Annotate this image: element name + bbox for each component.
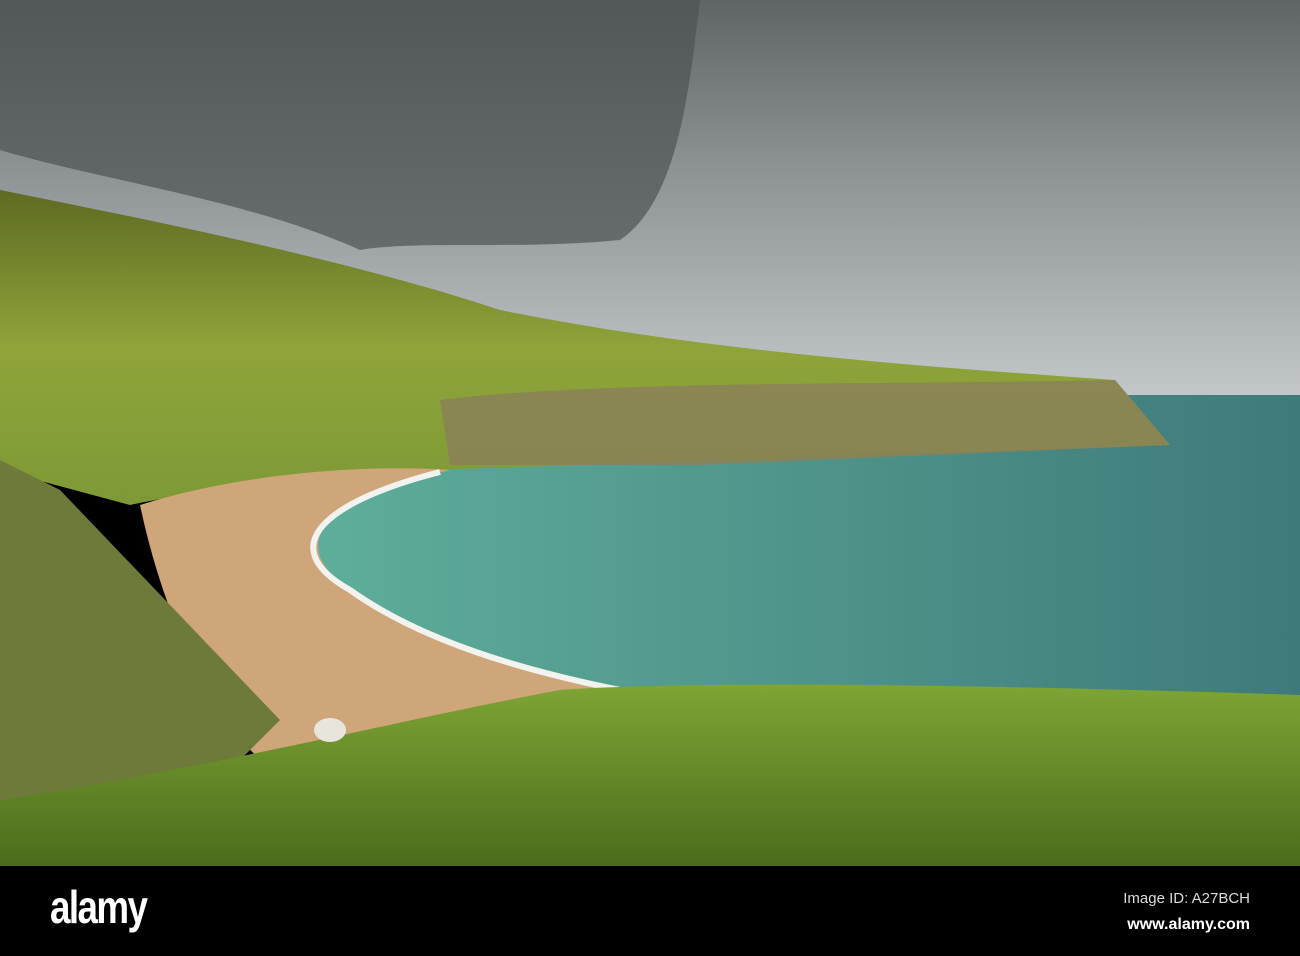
alamy-logo: alamy [50, 881, 148, 933]
landscape-photo [0, 0, 1300, 866]
image-frame: alamy Image ID: A27BCH www.alamy.com [0, 0, 1300, 956]
site-url: www.alamy.com [1127, 916, 1250, 933]
footer-bar: alamy Image ID: A27BCH www.alamy.com [0, 866, 1300, 956]
sheep [314, 718, 346, 742]
image-id: Image ID: A27BCH [1123, 890, 1250, 907]
